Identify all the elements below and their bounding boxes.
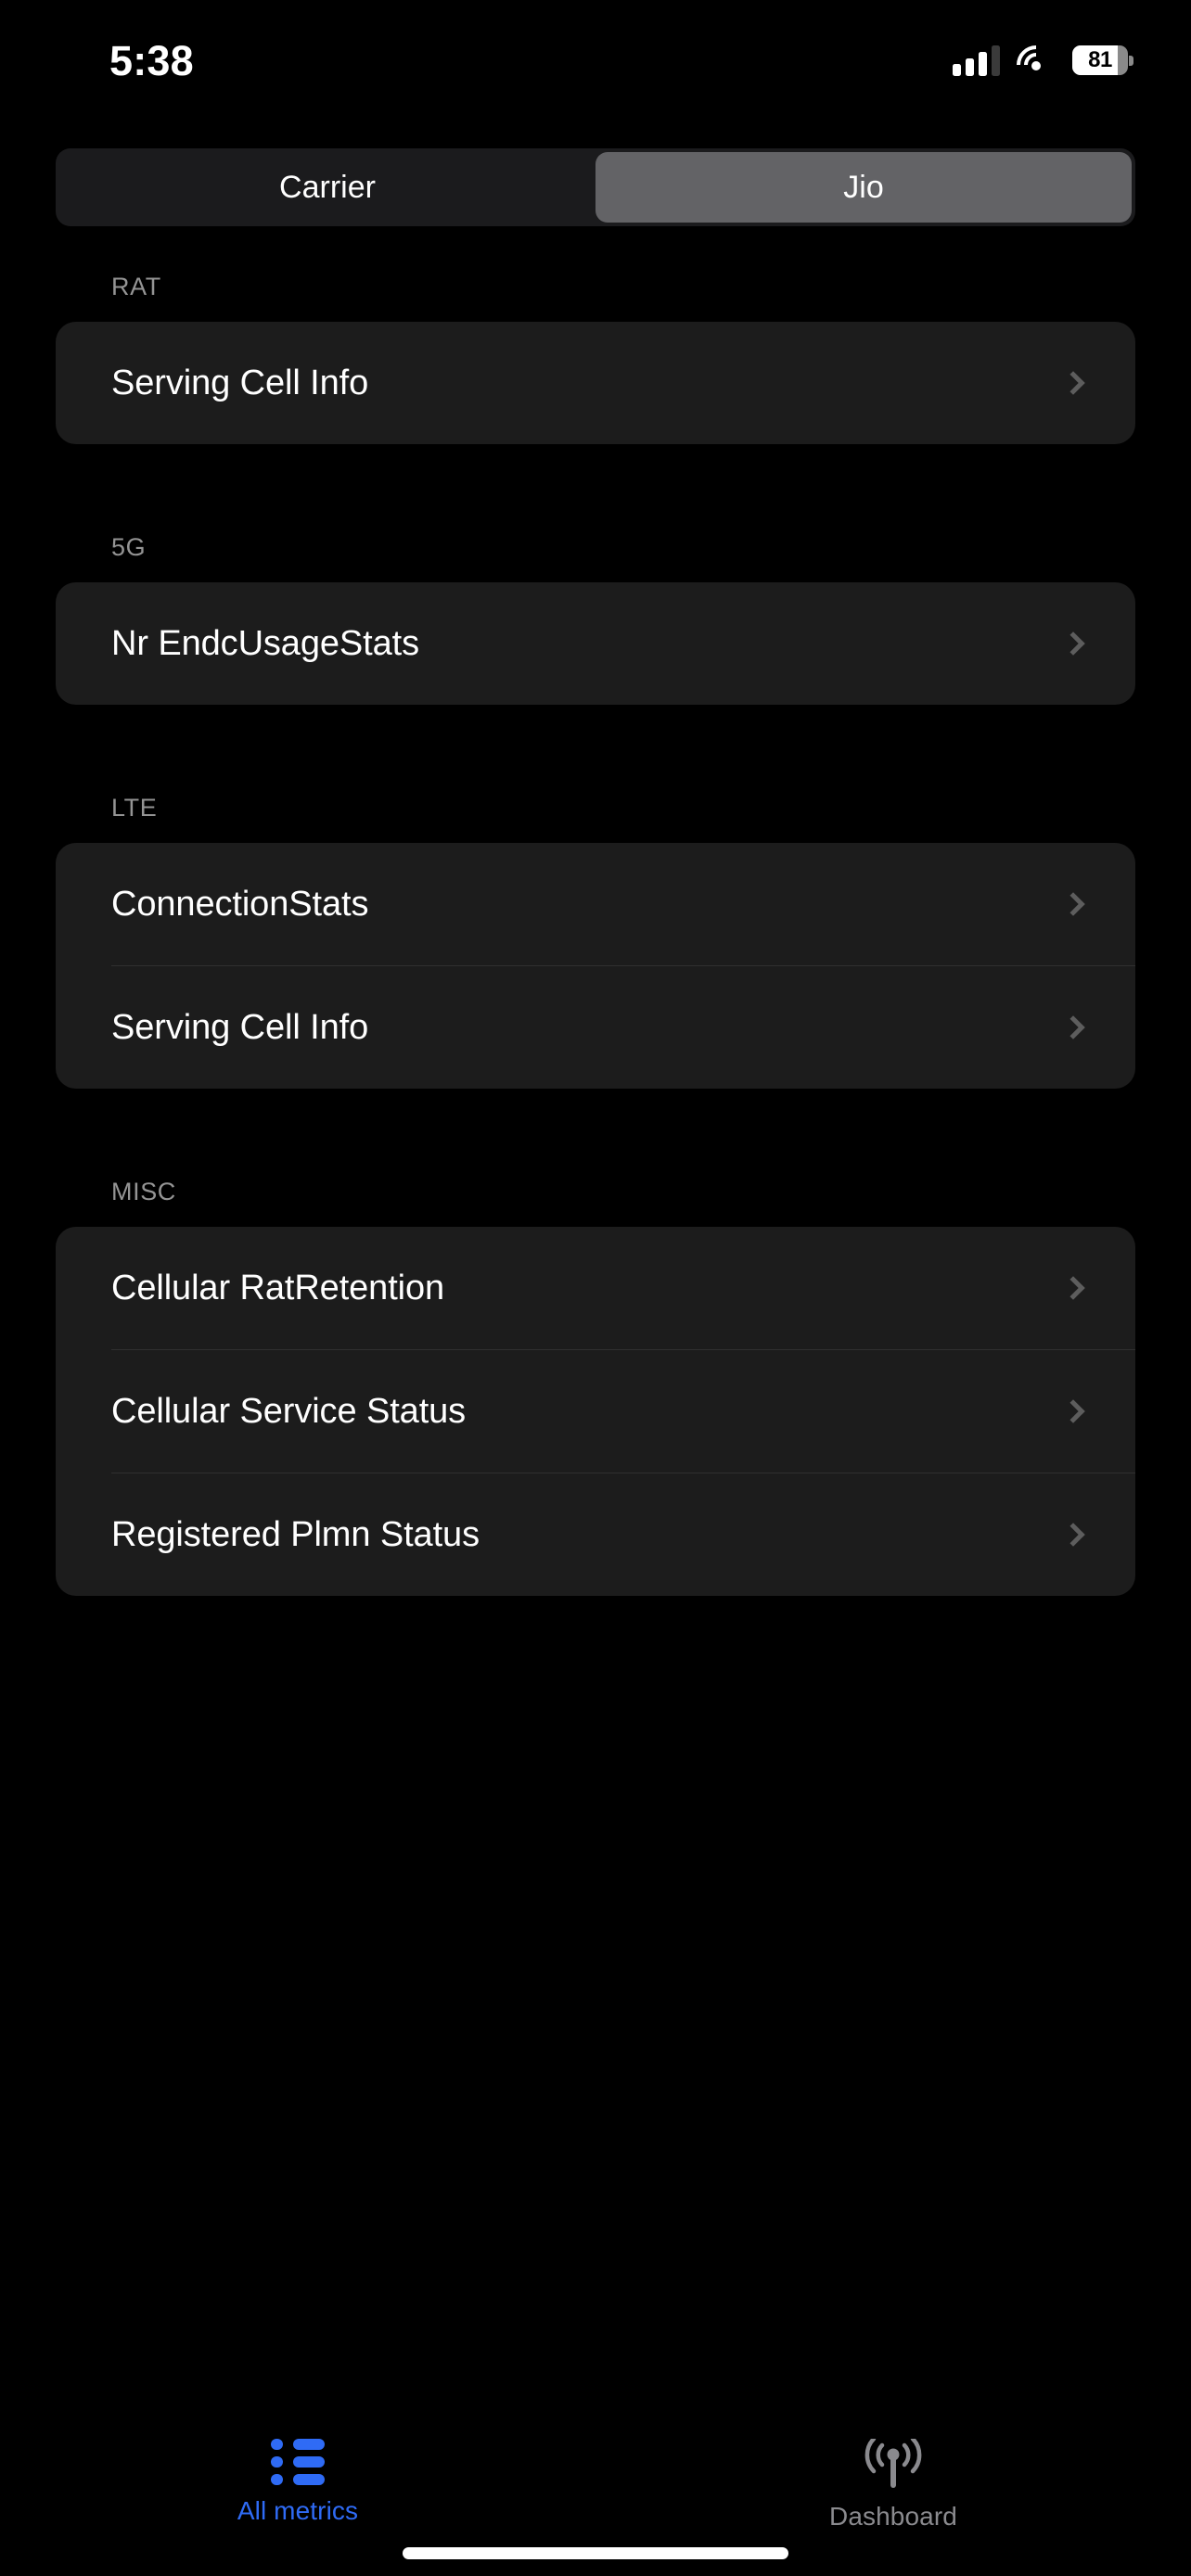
list-item-label: Nr EndcUsageStats — [111, 623, 420, 663]
segment-jio[interactable]: Jio — [596, 152, 1132, 223]
chevron-right-icon — [1061, 1015, 1085, 1039]
status-bar: 5:38 81 — [0, 0, 1191, 104]
carrier-segmented-control[interactable]: Carrier Jio — [56, 148, 1135, 226]
list-item[interactable]: Cellular Service Status — [56, 1350, 1135, 1473]
section-card: ConnectionStats Serving Cell Info — [56, 843, 1135, 1089]
list-top-spacer — [0, 226, 1191, 273]
chevron-right-icon — [1061, 1399, 1085, 1423]
metrics-list: RAT Serving Cell Info 5G Nr EndcUsageStats L… — [0, 226, 1191, 1685]
wifi-icon — [1008, 37, 1064, 93]
section-card: Serving Cell Info — [56, 322, 1135, 444]
list-item-label: Cellular RatRetention — [111, 1268, 445, 1307]
section-lte: LTE ConnectionStats Serving Cell Info — [0, 794, 1191, 1089]
battery-icon: 81 — [1072, 45, 1133, 75]
list-item-label: Cellular Service Status — [111, 1391, 467, 1431]
status-bar-indicators: 81 — [953, 37, 1133, 93]
chevron-right-icon — [1061, 371, 1085, 395]
section-header-rat: RAT — [111, 273, 161, 300]
list-item-label: ConnectionStats — [111, 884, 369, 924]
section-misc: MISC Cellular RatRetention Cellular Servic… — [0, 1178, 1191, 1596]
list-item[interactable]: Serving Cell Info — [56, 322, 1135, 444]
list-bullet-icon — [271, 2439, 325, 2485]
segment-carrier[interactable]: Carrier — [59, 152, 596, 223]
status-bar-time: 5:38 — [109, 37, 194, 84]
phone-screen: 5:38 81 Carrier Jio RAT Serving Cell Info 5… — [0, 0, 1191, 2576]
section-header-5g: 5G — [111, 533, 147, 561]
section-rat: RAT Serving Cell Info — [0, 273, 1191, 444]
list-item[interactable]: Cellular RatRetention — [56, 1227, 1135, 1349]
list-item[interactable]: ConnectionStats — [56, 843, 1135, 965]
chevron-right-icon — [1061, 631, 1085, 656]
chevron-right-icon — [1061, 1276, 1085, 1300]
list-item-label: Serving Cell Info — [111, 1007, 369, 1047]
antenna-signal-icon — [861, 2436, 926, 2491]
section-header-lte: LTE — [111, 794, 158, 822]
signal-bar-2 — [966, 58, 974, 76]
list-item-label: Serving Cell Info — [111, 363, 369, 402]
tab-all-metrics-label: All metrics — [237, 2496, 359, 2525]
section-card: Cellular RatRetention Cellular Service St… — [56, 1227, 1135, 1596]
cellular-signal-icon — [953, 45, 1000, 76]
chevron-right-icon — [1061, 892, 1085, 916]
tab-dashboard-label: Dashboard — [829, 2502, 957, 2531]
signal-bar-3 — [979, 52, 987, 76]
battery-nub-icon — [1129, 56, 1133, 66]
section-5g: 5G Nr EndcUsageStats — [0, 533, 1191, 705]
section-card: Nr EndcUsageStats — [56, 582, 1135, 705]
list-item[interactable]: Serving Cell Info — [56, 966, 1135, 1089]
signal-bar-4 — [992, 45, 1000, 76]
section-header-misc: MISC — [111, 1178, 176, 1205]
list-item-label: Registered Plmn Status — [111, 1514, 480, 1554]
list-item[interactable]: Registered Plmn Status — [56, 1473, 1135, 1596]
list-item[interactable]: Nr EndcUsageStats — [56, 582, 1135, 705]
chevron-right-icon — [1061, 1523, 1085, 1547]
signal-bar-1 — [953, 64, 961, 76]
home-indicator — [403, 2547, 788, 2559]
battery-percent-label: 81 — [1088, 47, 1112, 72]
